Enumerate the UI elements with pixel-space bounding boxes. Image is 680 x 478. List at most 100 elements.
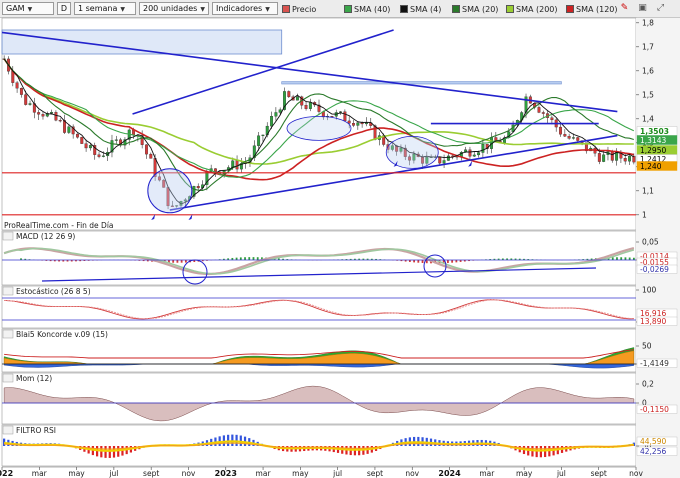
- candle-body[interactable]: [442, 160, 446, 164]
- candle-body[interactable]: [41, 114, 45, 117]
- candle-body[interactable]: [330, 115, 334, 118]
- candle-body[interactable]: [28, 103, 32, 105]
- candle-body[interactable]: [287, 91, 291, 97]
- x-tick-label: mar: [256, 469, 272, 478]
- candle-body[interactable]: [274, 112, 278, 117]
- rsi-bar: [108, 446, 111, 458]
- candle-body[interactable]: [347, 120, 351, 124]
- candle-body[interactable]: [446, 155, 450, 161]
- candle-body[interactable]: [468, 149, 472, 157]
- candle-body[interactable]: [67, 126, 71, 133]
- price-tag-label: 1,3143: [640, 136, 666, 145]
- candle-body[interactable]: [88, 145, 92, 149]
- y-tick-label: 1,1: [642, 186, 654, 195]
- y-tick-label: 1,8: [642, 18, 654, 27]
- candle-body[interactable]: [576, 137, 580, 141]
- panel-title: MACD (12 26 9): [16, 232, 75, 241]
- macd-histogram-bar: [421, 260, 424, 263]
- indicator-tag-label: 42,256: [640, 447, 666, 456]
- candle-body[interactable]: [308, 102, 312, 109]
- macd-histogram-bar: [451, 260, 454, 263]
- candle-body[interactable]: [572, 137, 575, 139]
- x-tick-label: may: [68, 469, 85, 478]
- rsi-bar: [539, 446, 542, 458]
- candle-body[interactable]: [628, 155, 631, 162]
- candle-body[interactable]: [97, 154, 101, 157]
- candle-body[interactable]: [602, 154, 606, 162]
- macd-histogram-bar: [447, 260, 449, 263]
- candle-body[interactable]: [610, 151, 614, 161]
- candle-body[interactable]: [58, 120, 62, 122]
- candle-body[interactable]: [114, 139, 118, 141]
- candle-body[interactable]: [214, 168, 217, 172]
- candle-body[interactable]: [149, 153, 153, 159]
- candle-body[interactable]: [257, 135, 261, 146]
- price-tag-label: 1,2950: [640, 146, 666, 155]
- candle-body[interactable]: [101, 155, 105, 157]
- candle-body[interactable]: [615, 152, 619, 161]
- candle-body[interactable]: [537, 107, 541, 113]
- macd-histogram-bar: [180, 260, 183, 263]
- panel-frame: [1, 230, 637, 286]
- candle-body[interactable]: [84, 143, 88, 149]
- panel-collapse-icon[interactable]: [2, 425, 14, 435]
- candle-body[interactable]: [270, 116, 274, 127]
- candle-body[interactable]: [76, 133, 79, 138]
- candle-body[interactable]: [623, 158, 627, 162]
- panel-collapse-icon[interactable]: [2, 231, 14, 241]
- candle-body[interactable]: [632, 155, 636, 163]
- candle-body[interactable]: [567, 136, 571, 139]
- candle-body[interactable]: [356, 122, 360, 126]
- candle-body[interactable]: [597, 153, 601, 162]
- highlight-ellipse: [286, 115, 352, 141]
- panel-frame: [1, 424, 637, 467]
- x-tick-label: may: [292, 469, 309, 478]
- rsi-bar: [104, 446, 107, 458]
- panel-collapse-icon[interactable]: [2, 286, 14, 296]
- candle-body[interactable]: [550, 117, 554, 121]
- candle-body[interactable]: [541, 112, 545, 114]
- candle-body[interactable]: [196, 186, 200, 189]
- candle-body[interactable]: [481, 143, 485, 153]
- indicator-tag-label: -0,0269: [640, 265, 669, 274]
- price-chart[interactable]: ProRealTime.com - Fin de Día MACD (12 26…: [0, 0, 680, 478]
- candle-body[interactable]: [563, 134, 567, 137]
- candle-body[interactable]: [80, 137, 84, 144]
- candle-body[interactable]: [438, 156, 442, 164]
- candle-body[interactable]: [477, 152, 481, 156]
- candle-body[interactable]: [19, 87, 23, 95]
- candle-body[interactable]: [145, 144, 148, 155]
- price-tag-label: 1,240: [640, 162, 662, 171]
- y-tick-label: 0,05: [642, 238, 659, 247]
- candle-body[interactable]: [15, 82, 19, 89]
- candle-body[interactable]: [50, 112, 54, 114]
- indicator-tag-label: -1,4149: [640, 359, 669, 368]
- x-tick-label: may: [516, 469, 533, 478]
- x-tick-label: sept: [143, 469, 159, 478]
- candle-body[interactable]: [295, 96, 299, 101]
- macd-histogram-bar: [248, 257, 251, 260]
- candle-body[interactable]: [352, 123, 355, 126]
- macd-histogram-bar: [244, 257, 246, 260]
- candle-body[interactable]: [472, 154, 476, 157]
- candle-body[interactable]: [343, 111, 347, 122]
- candle-body[interactable]: [364, 122, 368, 125]
- candle-body[interactable]: [54, 112, 58, 121]
- candle-body[interactable]: [278, 109, 282, 113]
- candle-body[interactable]: [304, 105, 308, 109]
- panel-collapse-icon[interactable]: [2, 329, 14, 339]
- candle-body[interactable]: [37, 112, 41, 115]
- candle-body[interactable]: [360, 122, 364, 125]
- macd-histogram-bar: [172, 260, 175, 263]
- x-tick-label: mar: [32, 469, 48, 478]
- candle-body[interactable]: [559, 126, 562, 135]
- x-tick-label: 2024: [438, 469, 461, 478]
- rsi-bar: [112, 446, 116, 458]
- candle-body[interactable]: [261, 134, 265, 136]
- x-tick-label: jul: [332, 469, 342, 478]
- candle-body[interactable]: [24, 94, 28, 105]
- resistance-band: [281, 81, 562, 85]
- x-tick-label: 2022: [0, 469, 13, 478]
- source-label: ProRealTime.com - Fin de Día: [4, 221, 114, 230]
- panel-collapse-icon[interactable]: [2, 373, 14, 383]
